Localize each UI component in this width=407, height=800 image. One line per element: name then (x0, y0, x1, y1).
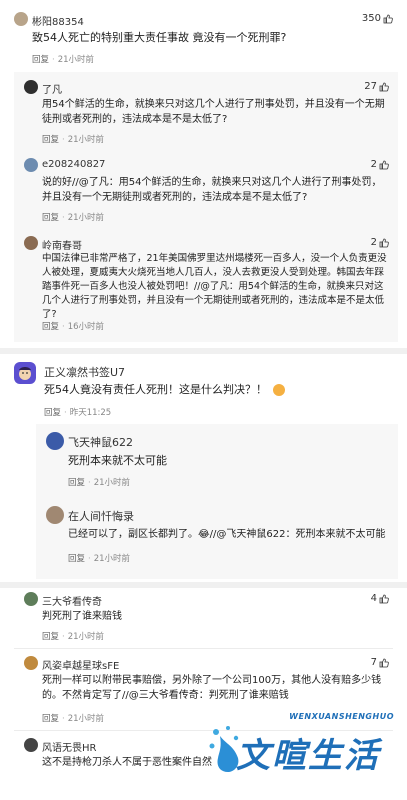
thumbs-up-icon (379, 238, 389, 247)
reply-username[interactable]: 风语无畏HR (42, 739, 96, 754)
timestamp: 21小时前 (67, 714, 105, 724)
like-button[interactable]: 4 (371, 593, 389, 604)
comment-text: 致54人死亡的特别重大责任事故 竟没有一个死刑罪? (32, 31, 287, 44)
avatar[interactable] (24, 592, 38, 606)
comment-meta: 回复 · 21小时前 (32, 55, 95, 65)
like-button[interactable]: 2 (371, 159, 389, 170)
comment-username[interactable]: 三大爷看传奇 (42, 593, 102, 608)
section-divider (0, 582, 407, 588)
like-button[interactable]: 7 (371, 657, 389, 668)
timestamp: 21小时前 (67, 632, 105, 642)
comment-feed: 彬阳88354 350 致54人死亡的特别重大责任事故 竟没有一个死刑罪? 回复… (0, 0, 407, 800)
thumbs-up-icon (383, 14, 393, 23)
reply-button[interactable]: 回复 (32, 55, 49, 65)
reply-username[interactable]: e208240827 (42, 159, 105, 170)
separator (14, 648, 393, 649)
timestamp: 21小时前 (57, 55, 95, 65)
comment-meta: 回复 · 21小时前 (42, 632, 105, 642)
thumbs-up-icon (379, 82, 389, 91)
reply-username[interactable]: 飞天神鼠622 (68, 434, 133, 450)
avatar[interactable] (24, 80, 38, 94)
reply-button[interactable]: 回复 (44, 408, 61, 418)
timestamp: 21小时前 (93, 554, 131, 564)
reply-button[interactable]: 回复 (68, 554, 85, 564)
timestamp: 21小时前 (93, 478, 131, 488)
like-count: 7 (370, 657, 377, 668)
reply-meta: 回复 · 21小时前 (68, 478, 131, 488)
reply-username[interactable]: 风姿卓越星球sFE (42, 657, 119, 672)
avatar[interactable] (24, 656, 38, 670)
avatar[interactable] (46, 506, 64, 524)
reply-meta: 回复 · 21小时前 (42, 213, 105, 223)
comment-username[interactable]: 彬阳88354 (32, 13, 84, 28)
avatar[interactable] (14, 362, 36, 384)
like-button[interactable]: 350 (362, 13, 393, 24)
thumbs-up-icon (379, 658, 389, 667)
comment-text: 判死刑了谁来赔钱 (42, 611, 122, 622)
thumbs-up-icon (379, 160, 389, 169)
reply-button[interactable]: 回复 (68, 478, 85, 488)
like-count: 2 (370, 237, 377, 248)
timestamp: 21小时前 (67, 213, 105, 223)
reply-button[interactable]: 回复 (42, 714, 59, 724)
avatar[interactable] (24, 738, 38, 752)
reply-meta: 回复 · 16小时前 (42, 322, 105, 332)
timestamp: 16小时前 (67, 322, 105, 332)
reply-text: 死刑一样可以附带民事赔偿，另外除了一个公司100万，其他人没有赔多少钱的。不然肯… (42, 675, 382, 701)
thumbs-up-icon (379, 594, 389, 603)
section-divider (0, 348, 407, 354)
avatar[interactable] (24, 236, 38, 250)
like-count: 350 (361, 13, 381, 24)
emoji-icon (272, 384, 285, 396)
reply-username[interactable]: 了凡 (42, 81, 62, 96)
comment-username[interactable]: 正义凛然书签U7 (44, 364, 125, 380)
comment-meta: 回复 · 昨天11:25 (44, 408, 112, 418)
reply-text: 中国法律已非常严格了，21年美国佛罗里达州塌楼死一百多人，没一个人负责更没人被处… (42, 253, 387, 320)
watermark-logo: WENXUANSHENGHUO 文暄生活 (206, 706, 402, 786)
like-button[interactable]: 27 (364, 81, 389, 92)
reply-text: 用54个鲜活的生命，就换来只对这几个人进行了刑事处罚，并且没有一个无期徒刑或者死… (42, 99, 385, 125)
like-count: 2 (370, 159, 377, 170)
reply-username[interactable]: 在人间忏悔录 (68, 508, 134, 524)
reply-username[interactable]: 岭南春哥 (42, 237, 82, 252)
avatar[interactable] (24, 158, 38, 172)
avatar-face-icon (19, 367, 31, 380)
reply-meta: 回复 · 21小时前 (68, 554, 131, 564)
comment-text: 死54人竟没有责任人死刑！这是什么判决？！ (44, 382, 384, 398)
reply-button[interactable]: 回复 (42, 322, 59, 332)
timestamp: 21小时前 (67, 135, 105, 145)
reply-button[interactable]: 回复 (42, 213, 59, 223)
like-count: 4 (370, 593, 377, 604)
watermark-en: WENXUANSHENGHUO (289, 712, 394, 721)
reply-meta: 回复 · 21小时前 (42, 714, 105, 724)
reply-button[interactable]: 回复 (42, 135, 59, 145)
timestamp: 昨天11:25 (69, 408, 112, 418)
reply-text: 已经可以了，副区长都判了。😂//@飞天神鼠622：死刑本来就不太可能 (68, 529, 386, 540)
like-button[interactable]: 2 (371, 237, 389, 248)
like-count: 27 (364, 81, 377, 92)
reply-meta: 回复 · 21小时前 (42, 135, 105, 145)
avatar[interactable] (46, 432, 64, 450)
reply-text: 死刑本来就不太可能 (68, 454, 167, 467)
avatar[interactable] (14, 12, 28, 26)
watermark-cn: 文暄生活 (236, 736, 380, 776)
reply-button[interactable]: 回复 (42, 632, 59, 642)
reply-text: 说的好//@了凡：用54个鲜活的生命，就换来只对这几个人进行了刑事处罚，并且没有… (42, 177, 382, 203)
